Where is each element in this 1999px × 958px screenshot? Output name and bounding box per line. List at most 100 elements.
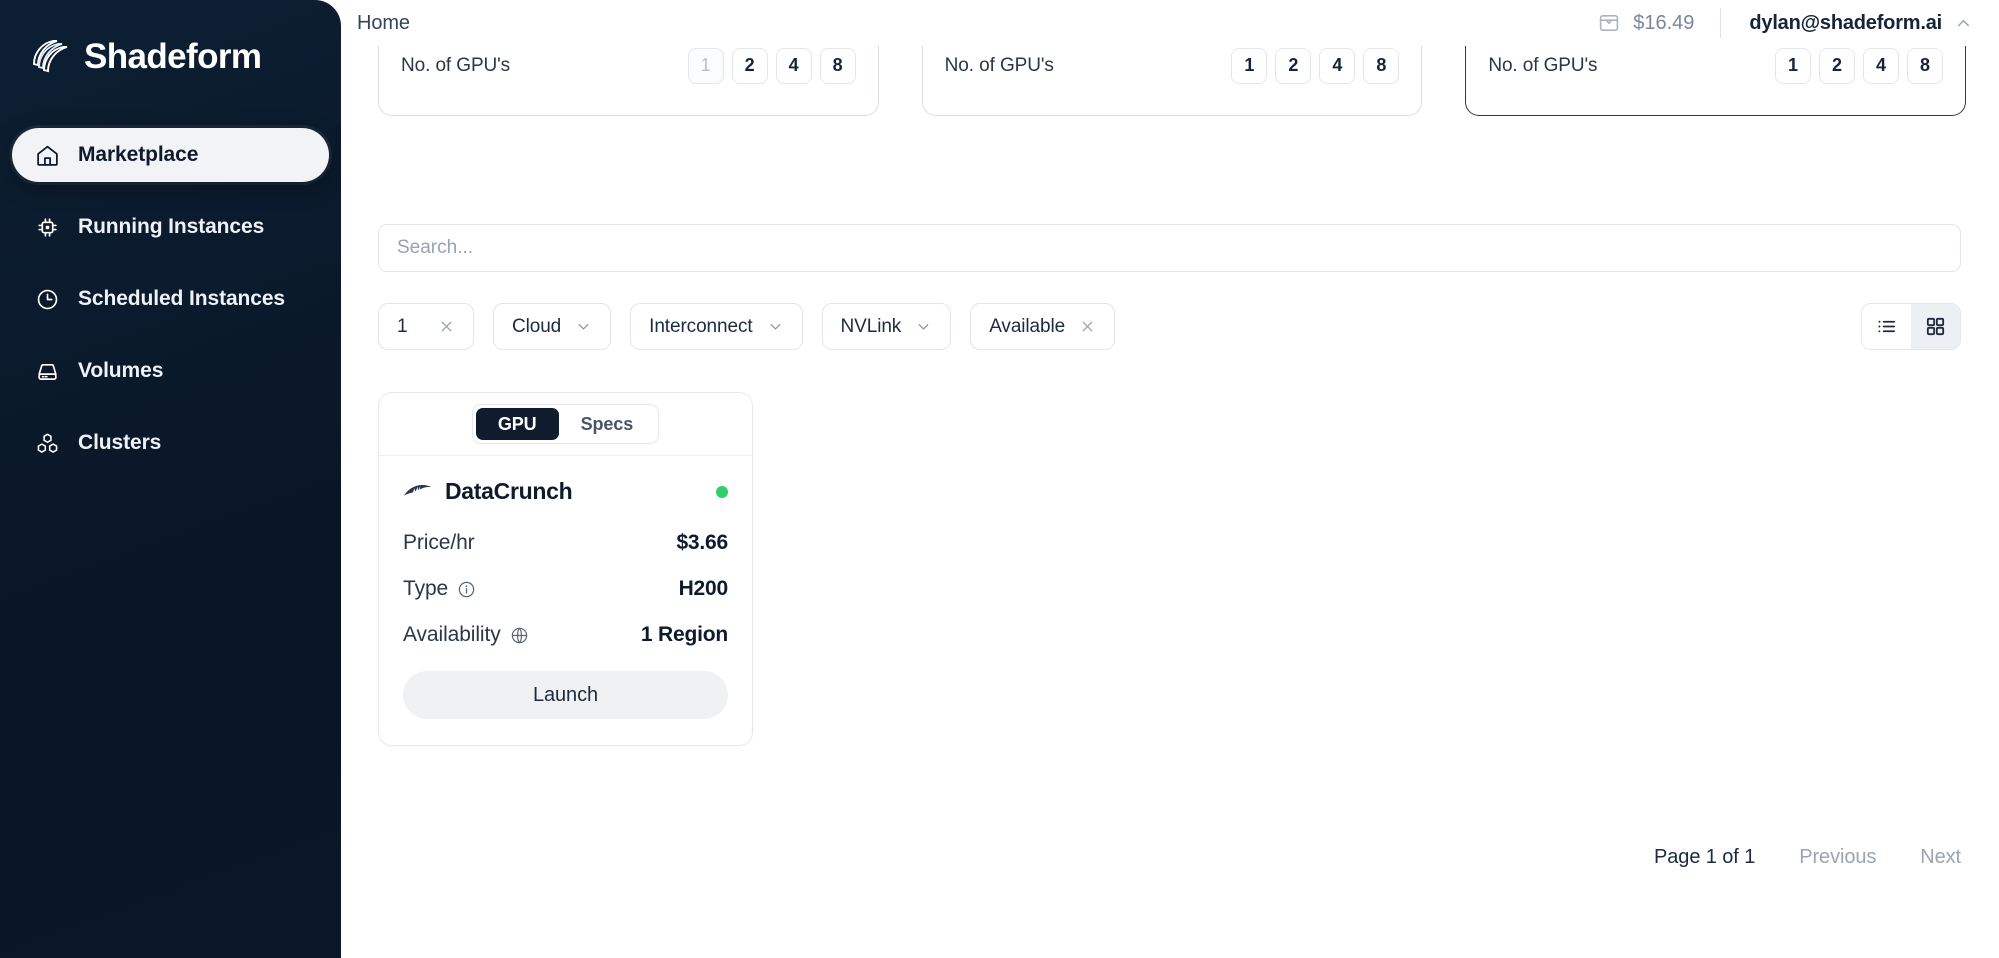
gpu-count-options: 1 2 4 8 [1231,47,1400,84]
sidebar-nav: Marketplace Running Instances Scheduled … [0,128,341,470]
filter-chip-label: NVLink [840,315,902,337]
close-icon[interactable] [438,318,455,335]
cubes-icon [34,430,60,456]
gpu-count-option-2[interactable]: 2 [1275,47,1312,84]
search-input[interactable] [378,224,1961,272]
sidebar-item-clusters[interactable]: Clusters [12,416,329,470]
spec-key-wrap: Type [403,577,476,601]
gpu-count-option-2[interactable]: 2 [731,47,768,84]
view-toggle [1861,303,1961,350]
gpu-count-option-4[interactable]: 4 [1863,47,1900,84]
spec-value: $3.66 [676,531,728,554]
gpu-count-option-1[interactable]: 1 [687,47,724,84]
chevron-down-icon [767,318,784,335]
next-page-button[interactable]: Next [1920,846,1961,869]
filter-chip-label: 1 [397,315,408,337]
filter-chip-cloud[interactable]: Cloud [493,303,612,350]
spec-key: Price/hr [403,531,475,554]
spec-row-type: Type H200 [403,577,728,601]
gpu-count-cards-row: No. of GPU's 1 2 4 8 No. of GPU's 1 2 4 … [341,46,1999,130]
credit-balance[interactable]: $16.49 [1597,11,1720,35]
search-bar [378,224,1961,272]
topbar-right: $16.49 dylan@shadeform.ai [1597,0,1973,46]
launch-button[interactable]: Launch [403,671,728,719]
brand-name: Shadeform [84,37,262,76]
gpu-count-card: No. of GPU's 1 2 4 8 [378,46,879,116]
gpu-count-options: 1 2 4 8 [687,47,856,84]
topbar: Home $16.49 dylan@shadeform.ai [341,0,1999,46]
gpu-count-option-8[interactable]: 8 [1363,47,1400,84]
filter-chip-interconnect[interactable]: Interconnect [630,303,803,350]
home-icon [34,142,60,168]
gpu-count-option-2[interactable]: 2 [1819,47,1856,84]
gpu-count-option-1[interactable]: 1 [1775,47,1812,84]
gpu-count-card: No. of GPU's 1 2 4 8 [921,46,1423,116]
wallet-icon [1597,11,1621,35]
chevron-down-icon [915,318,932,335]
tab-specs[interactable]: Specs [559,408,656,440]
previous-page-button[interactable]: Previous [1799,846,1876,869]
spec-row-price: Price/hr $3.66 [403,531,728,555]
gpu-count-option-4[interactable]: 4 [1319,47,1356,84]
sidebar-item-label: Running Instances [78,215,265,238]
filter-chip-label: Cloud [512,315,562,337]
gpu-count-label: No. of GPU's [944,54,1054,76]
sidebar-item-running-instances[interactable]: Running Instances [12,200,329,254]
spec-row-availability: Availability 1 Region [403,623,728,647]
gpu-count-option-8[interactable]: 8 [1907,47,1944,84]
breadcrumb[interactable]: Home [357,12,410,35]
sidebar-item-volumes[interactable]: Volumes [12,344,329,398]
spec-key: Availability [403,623,501,646]
filter-chip-nvlink[interactable]: NVLink [821,303,952,350]
filter-chip-gpu-count[interactable]: 1 [378,303,474,350]
account-menu[interactable]: dylan@shadeform.ai [1721,12,1973,35]
cpu-chip-icon [34,214,60,240]
app-root: Shadeform Marketplace Running Instances … [0,0,1999,958]
provider-name: DataCrunch [445,478,573,504]
instance-card: GPU Specs DataCrunch Price/hr $3.66 Type… [378,392,753,746]
filter-chip-available[interactable]: Available [970,303,1116,350]
globe-icon[interactable] [510,626,529,645]
gpu-count-option-4[interactable]: 4 [775,47,812,84]
clock-icon [34,286,60,312]
gpu-count-options: 1 2 4 8 [1775,47,1944,84]
grid-view-icon[interactable] [1911,304,1960,349]
sidebar-item-label: Volumes [78,359,164,382]
filter-chip-label: Interconnect [649,315,753,337]
shadeform-layers-logo-icon [26,35,70,79]
chevron-down-icon [575,318,592,335]
close-icon[interactable] [1079,318,1096,335]
filter-bar: 1 Cloud Interconnect NVLink Available [378,303,1961,350]
gpu-count-label: No. of GPU's [1488,54,1598,76]
account-email: dylan@shadeform.ai [1749,11,1942,34]
segmented-control: GPU Specs [471,404,660,444]
sidebar-item-label: Clusters [78,431,162,454]
credit-amount: $16.49 [1633,11,1695,34]
list-view-icon[interactable] [1862,304,1911,349]
gpu-count-option-1[interactable]: 1 [1231,47,1268,84]
page-info: Page 1 of 1 [1654,846,1756,868]
pagination: Page 1 of 1 Previous Next [1654,846,1961,869]
provider-row: DataCrunch [403,478,728,505]
sidebar-item-scheduled-instances[interactable]: Scheduled Instances [12,272,329,326]
sidebar-item-marketplace[interactable]: Marketplace [12,128,329,182]
main-content: Home $16.49 dylan@shadeform.ai No. of GP… [341,0,1999,958]
datacrunch-logo-icon [403,483,433,501]
sidebar-item-label: Scheduled Instances [78,287,286,310]
tab-gpu[interactable]: GPU [475,408,559,440]
spec-value: 1 Region [640,623,728,646]
brand: Shadeform [0,14,341,86]
gpu-count-label: No. of GPU's [401,54,511,76]
sidebar-item-label: Marketplace [78,143,199,166]
spec-key-wrap: Availability [403,623,529,647]
gpu-count-card: No. of GPU's 1 2 4 8 [1465,46,1967,116]
instance-cards-grid: GPU Specs DataCrunch Price/hr $3.66 Type… [378,392,1961,746]
gpu-count-option-8[interactable]: 8 [819,47,856,84]
chevron-up-icon [1954,14,1973,33]
status-badge [716,485,728,498]
instance-card-body: DataCrunch Price/hr $3.66 Type H200 Avai… [379,456,752,745]
spec-key: Type [403,577,449,600]
sidebar: Shadeform Marketplace Running Instances … [0,0,359,958]
spec-value: H200 [678,577,729,600]
info-icon[interactable] [457,580,476,599]
